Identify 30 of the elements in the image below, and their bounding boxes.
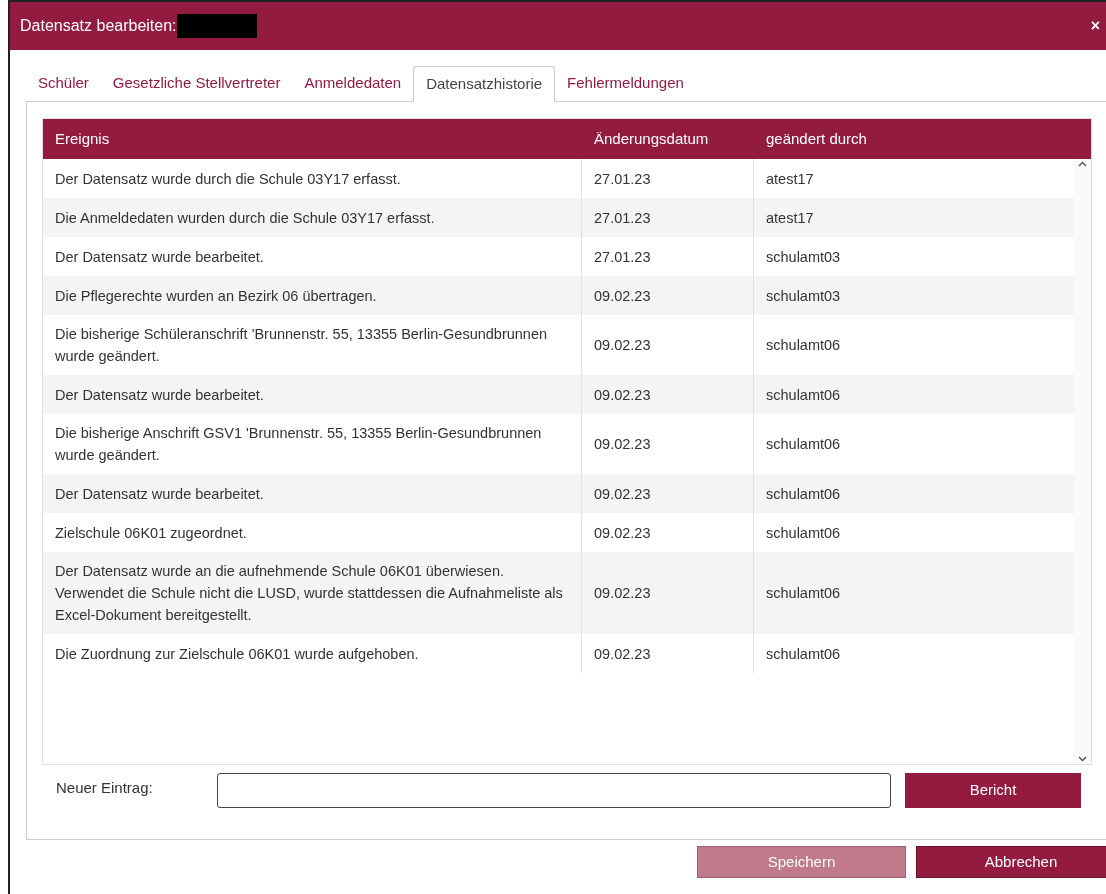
table-cell-text: schulamt03 [765, 247, 842, 267]
close-button[interactable]: × [1090, 14, 1100, 38]
table-cell-text: schulamt06 [765, 385, 842, 405]
column-header: geändert durch [765, 128, 868, 149]
tab[interactable]: Fehlermeldungen [555, 65, 696, 101]
scroll-down-icon[interactable] [1078, 756, 1087, 762]
new-entry-field[interactable] [217, 773, 891, 808]
report-button[interactable]: Bericht [905, 773, 1081, 808]
tab[interactable]: Datensatzhistorie [413, 66, 556, 102]
tab[interactable]: Schüler [26, 65, 101, 101]
window-title: Datensatz bearbeiten: [20, 16, 177, 36]
table-cell-text: atest17 [765, 169, 815, 189]
table-cell-text: atest17 [765, 208, 815, 228]
table-cell-text: schulamt03 [765, 286, 842, 306]
column-header: Ereignis [54, 128, 111, 149]
tab[interactable]: Anmeldedaten [292, 65, 414, 101]
table-cell-text: schulamt06 [765, 435, 842, 454]
table-cell-text: schulamt06 [765, 484, 842, 504]
cancel-button[interactable]: Abbrechen [916, 846, 1106, 878]
tab[interactable]: Gesetzliche Stellvertreter [100, 65, 293, 101]
table-cell-text: schulamt06 [765, 336, 842, 355]
scrollbar[interactable] [1074, 159, 1091, 764]
table-cell: Die Zuordnung zur Zielschule 06K01 wurde aufgehoben. [43, 634, 582, 673]
scroll-up-icon[interactable] [1078, 161, 1087, 167]
new-entry-label: Neuer Eintrag: [55, 778, 154, 798]
table-cell-text: schulamt06 [765, 523, 842, 543]
table-cell-text: schulamt06 [765, 644, 842, 664]
column-header: Änderungsdatum [593, 128, 710, 149]
table-cell-text: schulamt06 [765, 584, 842, 603]
table-cell: 09.02.23 [582, 634, 754, 673]
